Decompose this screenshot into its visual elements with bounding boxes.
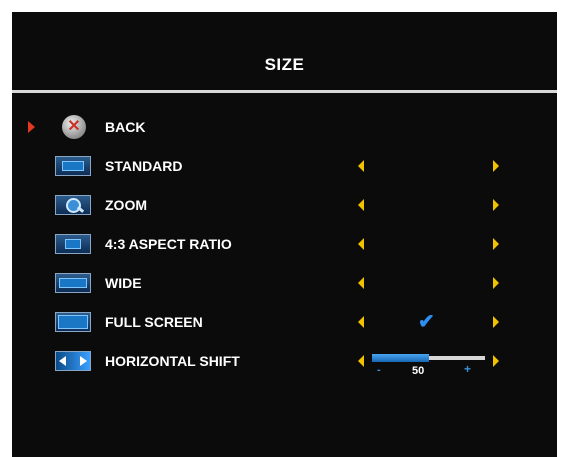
right-arrow-icon[interactable] — [493, 160, 499, 172]
wide-display-icon — [55, 273, 91, 293]
aspect-ratio-icon — [55, 234, 91, 254]
menu-item-standard[interactable]: STANDARD — [12, 151, 557, 181]
slider-max-label: + — [464, 362, 472, 376]
menu-item-aspect-ratio[interactable]: 4:3 ASPECT RATIO — [12, 229, 557, 259]
selection-arrow-icon — [28, 121, 35, 133]
menu-item-wide[interactable]: WIDE — [12, 268, 557, 298]
right-arrow-icon[interactable] — [493, 316, 499, 328]
menu-title: SIZE — [264, 55, 305, 74]
back-icon: ✕ — [62, 115, 86, 139]
right-arrow-icon[interactable] — [493, 355, 499, 367]
standard-display-icon — [55, 156, 91, 176]
menu-item-label: STANDARD — [105, 158, 183, 174]
menu-item-horizontal-shift[interactable]: HORIZONTAL SHIFT - 50 + — [12, 346, 557, 386]
menu-item-label: BACK — [105, 119, 146, 135]
menu-item-label: WIDE — [105, 275, 142, 291]
menu-item-label: 4:3 ASPECT RATIO — [105, 236, 232, 252]
left-arrow-icon[interactable] — [358, 277, 364, 289]
osd-menu: SIZE ✕ BACK STANDARD ZOOM 4:3 ASPECT RAT… — [12, 12, 557, 457]
menu-item-label: HORIZONTAL SHIFT — [105, 353, 240, 369]
zoom-magnifier-icon — [55, 195, 91, 215]
left-arrow-icon[interactable] — [358, 316, 364, 328]
left-arrow-icon[interactable] — [358, 160, 364, 172]
left-arrow-icon[interactable] — [358, 238, 364, 250]
left-arrow-icon[interactable] — [358, 199, 364, 211]
title-divider — [12, 90, 557, 93]
title-bar: SIZE — [12, 12, 557, 90]
full-screen-icon — [55, 312, 91, 332]
menu-item-label: ZOOM — [105, 197, 147, 213]
checkmark-icon: ✔ — [418, 311, 435, 333]
horizontal-shift-icon — [55, 351, 91, 371]
right-arrow-icon[interactable] — [493, 238, 499, 250]
right-arrow-icon[interactable] — [493, 199, 499, 211]
menu-item-full-screen[interactable]: FULL SCREEN ✔ — [12, 307, 557, 337]
slider-value: 50 — [412, 365, 425, 377]
menu-item-back[interactable]: ✕ BACK — [12, 112, 557, 142]
slider-fill[interactable] — [372, 354, 429, 362]
menu-item-label: FULL SCREEN — [105, 314, 203, 330]
slider-min-label: - — [377, 364, 381, 376]
left-arrow-icon[interactable] — [358, 355, 364, 367]
right-arrow-icon[interactable] — [493, 277, 499, 289]
menu-item-zoom[interactable]: ZOOM — [12, 190, 557, 220]
